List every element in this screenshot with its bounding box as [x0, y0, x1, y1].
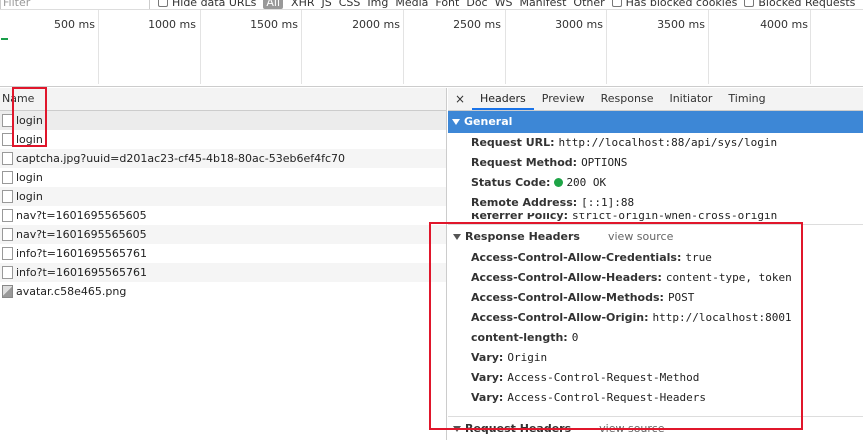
- document-icon: [2, 247, 13, 260]
- document-icon: [2, 190, 13, 203]
- document-icon: [2, 209, 13, 222]
- response-header-row: Access-Control-Allow-Headers: content-typ…: [471, 271, 792, 284]
- general-section-header[interactable]: General: [448, 111, 863, 133]
- checkbox-icon: [158, 0, 168, 7]
- request-row[interactable]: avatar.c58e465.png: [0, 282, 446, 301]
- request-row[interactable]: login: [0, 168, 446, 187]
- filter-type-ws[interactable]: WS: [495, 0, 513, 9]
- tab-timing[interactable]: Timing: [720, 88, 773, 110]
- response-header-row: Access-Control-Allow-Credentials: true: [471, 251, 712, 264]
- filter-toolbar: Filter Hide data URLs All XHR JS CSS Img…: [0, 0, 863, 10]
- close-icon[interactable]: ×: [448, 88, 472, 110]
- name-column-header[interactable]: Name: [0, 88, 446, 111]
- expand-triangle-icon: [452, 119, 460, 125]
- tab-headers[interactable]: Headers: [472, 88, 534, 110]
- timeline-request-bar: [1, 38, 8, 40]
- tab-initiator[interactable]: Initiator: [661, 88, 720, 110]
- request-row[interactable]: info?t=1601695565761: [0, 244, 446, 263]
- timeline-gridline: [606, 10, 607, 84]
- timeline-tick-label: 1500 ms: [250, 18, 298, 31]
- request-headers-section-header[interactable]: Request Headers view source: [448, 416, 863, 440]
- filter-input[interactable]: Filter: [0, 0, 150, 9]
- checkbox-icon: [744, 0, 755, 7]
- tab-preview[interactable]: Preview: [534, 88, 593, 110]
- referrer-policy-row: Referrer Policy: strict-origin-when-cross…: [471, 213, 778, 222]
- response-header-row: Vary: Origin: [471, 351, 548, 364]
- filter-type-media[interactable]: Media: [395, 0, 428, 9]
- request-list: Name login login captcha.jpg?uuid=d201ac…: [0, 88, 447, 440]
- checkbox-icon: [611, 0, 622, 7]
- document-icon: [2, 228, 13, 241]
- request-details-panel: × Headers Preview Response Initiator Tim…: [448, 88, 863, 440]
- timeline-overview[interactable]: 500 ms 1000 ms 1500 ms 2000 ms 2500 ms 3…: [0, 10, 863, 87]
- request-row[interactable]: nav?t=1601695565605: [0, 206, 446, 225]
- filter-type-css[interactable]: CSS: [339, 0, 361, 9]
- timeline-gridline: [810, 10, 811, 84]
- request-row[interactable]: login: [0, 130, 446, 149]
- timeline-gridline: [98, 10, 99, 84]
- request-row[interactable]: info?t=1601695565761: [0, 263, 446, 282]
- document-icon: [2, 266, 13, 279]
- document-icon: [2, 171, 13, 184]
- timeline-tick-label: 2500 ms: [453, 18, 501, 31]
- expand-triangle-icon: [453, 233, 461, 240]
- response-headers-section-header[interactable]: Response Headers view source: [448, 224, 863, 248]
- timeline-tick-label: 2000 ms: [352, 18, 400, 31]
- details-tab-bar: × Headers Preview Response Initiator Tim…: [448, 88, 863, 111]
- filter-type-img[interactable]: Img: [367, 0, 388, 9]
- request-method-row: Request Method: OPTIONS: [471, 156, 628, 169]
- hide-data-urls-checkbox[interactable]: Hide data URLs: [158, 0, 256, 9]
- remote-address-row: Remote Address: [::1]:88: [471, 196, 635, 209]
- response-header-row: Vary: Access-Control-Request-Headers: [471, 391, 707, 404]
- status-code-row: Status Code: 200 OK: [471, 176, 607, 189]
- timeline-gridline: [403, 10, 404, 84]
- view-source-link[interactable]: view source: [608, 225, 673, 249]
- expand-triangle-icon: [453, 425, 461, 432]
- document-icon: [2, 152, 13, 165]
- filter-type-manifest[interactable]: Manifest: [519, 0, 566, 9]
- timeline-gridline: [200, 10, 201, 84]
- has-blocked-cookies-checkbox[interactable]: Has blocked cookies: [611, 0, 737, 9]
- blocked-requests-checkbox[interactable]: Blocked Requests: [744, 0, 855, 9]
- image-file-icon: [2, 285, 13, 298]
- timeline-gridline: [301, 10, 302, 84]
- request-url-row: Request URL: http://localhost:88/api/sys/…: [471, 136, 778, 149]
- filter-type-xhr[interactable]: XHR: [291, 0, 314, 9]
- tab-response[interactable]: Response: [593, 88, 662, 110]
- filter-type-other[interactable]: Other: [573, 0, 604, 9]
- timeline-tick-label: 3500 ms: [657, 18, 705, 31]
- response-header-row: Access-Control-Allow-Methods: POST: [471, 291, 695, 304]
- filter-type-doc[interactable]: Doc: [466, 0, 487, 9]
- response-header-row: Vary: Access-Control-Request-Method: [471, 371, 700, 384]
- document-icon: [2, 133, 13, 146]
- filter-all-button[interactable]: All: [263, 0, 284, 9]
- timeline-tick-label: 500 ms: [54, 18, 95, 31]
- filter-type-font[interactable]: Font: [435, 0, 459, 9]
- response-header-row: content-length: 0: [471, 331, 579, 344]
- request-row[interactable]: captcha.jpg?uuid=d201ac23-cf45-4b18-80ac…: [0, 149, 446, 168]
- request-row[interactable]: login: [0, 187, 446, 206]
- request-row[interactable]: login: [0, 111, 446, 130]
- timeline-tick-label: 4000 ms: [760, 18, 808, 31]
- timeline-tick-label: 1000 ms: [148, 18, 196, 31]
- timeline-gridline: [708, 10, 709, 84]
- request-row[interactable]: nav?t=1601695565605: [0, 225, 446, 244]
- document-icon: [2, 114, 13, 127]
- view-source-link[interactable]: view source: [599, 417, 664, 440]
- filter-type-js[interactable]: JS: [322, 0, 332, 9]
- timeline-gridline: [505, 10, 506, 84]
- response-header-row: Access-Control-Allow-Origin: http://local…: [471, 311, 792, 324]
- timeline-tick-label: 3000 ms: [555, 18, 603, 31]
- status-ok-icon: [554, 178, 564, 187]
